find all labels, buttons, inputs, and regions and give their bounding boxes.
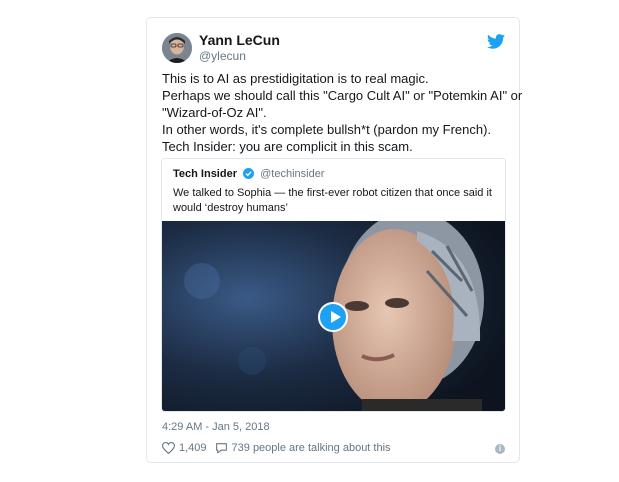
quoted-header: Tech Insider @techinsider xyxy=(173,168,324,180)
quoted-author-handle[interactable]: @techinsider xyxy=(260,168,324,180)
tweet-timestamp[interactable]: 4:29 AM - Jan 5, 2018 xyxy=(162,421,270,433)
heart-icon[interactable] xyxy=(162,442,175,454)
tweet-text: This is to AI as prestidigitation is to … xyxy=(162,70,523,155)
like-count[interactable]: 1,409 xyxy=(179,442,207,454)
video-thumbnail[interactable] xyxy=(162,221,505,411)
quoted-tweet[interactable]: Tech Insider @techinsider We talked to S… xyxy=(161,158,506,412)
speech-bubble-icon[interactable] xyxy=(215,442,228,454)
quoted-text: We talked to Sophia — the first-ever rob… xyxy=(173,187,492,214)
tweet-line: Tech Insider: you are complicit in this … xyxy=(162,139,413,154)
quoted-author-name[interactable]: Tech Insider xyxy=(173,168,237,180)
tweet-line: Perhaps we should call this "Cargo Cult … xyxy=(162,88,523,103)
play-icon[interactable] xyxy=(318,302,348,332)
tweet-line: "Wizard-of-Oz AI". xyxy=(162,105,267,120)
info-icon[interactable]: i xyxy=(495,444,505,454)
verified-badge-icon xyxy=(243,168,255,179)
author-avatar[interactable] xyxy=(162,33,192,63)
conversation-count[interactable]: 739 people are talking about this xyxy=(232,442,391,454)
tweet-line: In other words, it's complete bullsh*t (… xyxy=(162,122,492,137)
tweet-card: Yann LeCun @ylecun This is to AI as pres… xyxy=(146,17,523,463)
author-handle[interactable]: @ylecun xyxy=(199,49,246,63)
tweet-actions: 1,409 739 people are talking about this xyxy=(162,442,391,454)
twitter-bird-icon[interactable] xyxy=(487,34,505,49)
author-name[interactable]: Yann LeCun xyxy=(199,32,280,48)
tweet-line: This is to AI as prestidigitation is to … xyxy=(162,71,429,86)
